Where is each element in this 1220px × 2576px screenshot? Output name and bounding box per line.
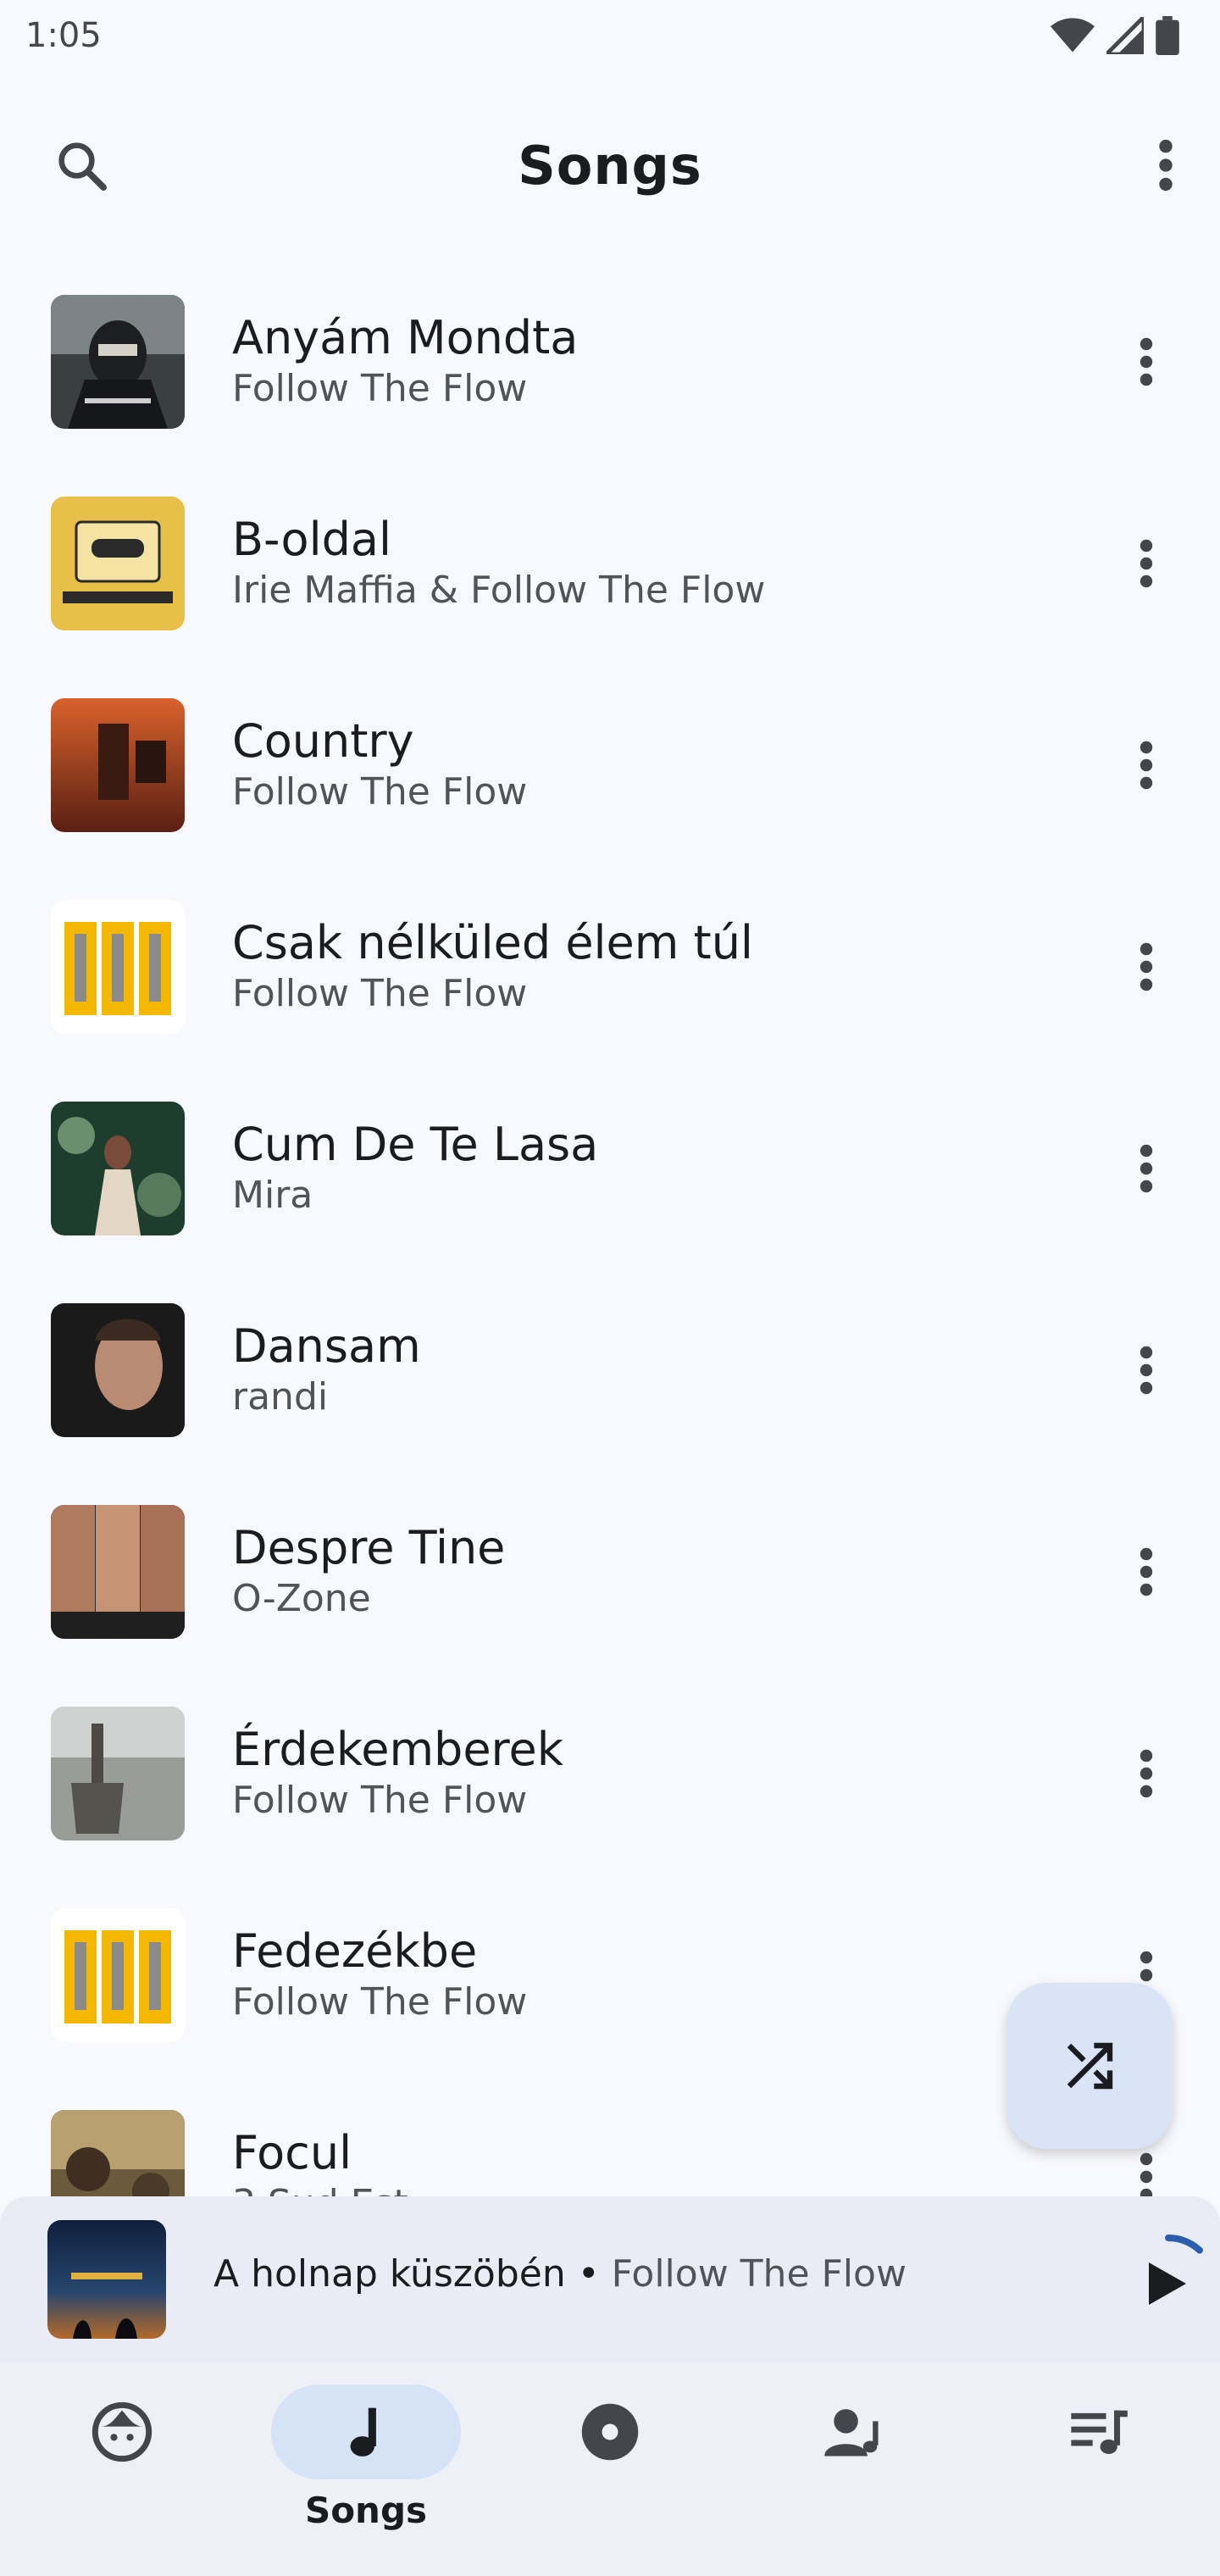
album-art xyxy=(51,497,185,630)
song-menu-button[interactable] xyxy=(1108,525,1184,602)
more-vert-icon xyxy=(1140,1749,1153,1798)
song-title: Dansam xyxy=(232,1319,421,1373)
album-art xyxy=(51,698,185,832)
shuffle-icon xyxy=(1067,2042,1113,2090)
song-menu-button[interactable] xyxy=(1108,1735,1184,1812)
song-title: Fedezékbe xyxy=(232,1924,478,1978)
artist-icon xyxy=(824,2409,879,2457)
song-artist: O-Zone xyxy=(232,1577,371,1620)
song-title: Anyám Mondta xyxy=(232,311,579,364)
more-vert-icon xyxy=(1140,539,1153,588)
status-time: 1:05 xyxy=(25,16,102,55)
signal-icon xyxy=(1106,17,1144,54)
song-title: B-oldal xyxy=(232,513,391,566)
album-art xyxy=(51,1707,185,1840)
song-title: Focul xyxy=(232,2126,352,2179)
nav-item-albums[interactable] xyxy=(508,2384,712,2554)
wifi-icon xyxy=(1051,18,1095,53)
song-artist: Irie Maffia & Follow The Flow xyxy=(232,569,766,612)
shuffle-button[interactable] xyxy=(1006,1983,1173,2149)
album-art xyxy=(51,1102,185,1235)
battery-icon xyxy=(1156,16,1179,55)
nav-item-for-you[interactable] xyxy=(20,2384,224,2554)
song-artist: randi xyxy=(232,1375,329,1418)
song-title: Érdekemberek xyxy=(232,1723,564,1776)
song-row[interactable]: Csak nélküled élem túl Follow The Flow xyxy=(0,866,1220,1068)
song-row[interactable]: Anyám Mondta Follow The Flow xyxy=(0,261,1220,463)
song-row[interactable]: Érdekemberek Follow The Flow xyxy=(0,1673,1220,1874)
song-artist: Follow The Flow xyxy=(232,770,528,813)
song-menu-button[interactable] xyxy=(1108,929,1184,1005)
nav-label-songs: Songs xyxy=(304,2490,428,2531)
song-artist: Mira xyxy=(232,1174,313,1217)
song-menu-button[interactable] xyxy=(1108,1332,1184,1408)
album-art xyxy=(51,1505,185,1639)
more-vert-icon xyxy=(1140,741,1153,790)
song-artist: 3 Sud Est xyxy=(232,2180,408,2196)
song-title: Country xyxy=(232,714,414,768)
bottom-navigation: Songs xyxy=(0,2362,1220,2576)
song-artist: Follow The Flow xyxy=(232,1779,528,1822)
overflow-menu-button[interactable] xyxy=(1123,123,1208,208)
play-icon xyxy=(1149,2262,1186,2305)
song-artist: Follow The Flow xyxy=(232,367,528,410)
mini-player[interactable]: A holnap küszöbén • Follow The Flow xyxy=(0,2196,1220,2362)
now-playing-title: A holnap küszöbén xyxy=(214,2252,566,2296)
album-art xyxy=(51,1908,185,2042)
more-vert-icon xyxy=(1140,2152,1153,2196)
song-row[interactable]: Country Follow The Flow xyxy=(0,664,1220,866)
album-art xyxy=(51,295,185,429)
progress-ring xyxy=(1165,2235,1203,2254)
now-playing-album-art xyxy=(47,2220,166,2339)
more-vert-icon xyxy=(1140,337,1153,386)
now-playing-artist: Follow The Flow xyxy=(611,2252,907,2296)
nav-item-playlists[interactable] xyxy=(996,2384,1200,2554)
album-icon xyxy=(581,2403,639,2461)
nav-item-artists[interactable] xyxy=(752,2384,956,2554)
search-icon xyxy=(58,142,107,191)
more-vert-icon xyxy=(1140,1346,1153,1395)
more-vert-icon xyxy=(1140,1144,1153,1193)
status-bar: 1:05 xyxy=(0,0,1220,71)
song-artist: Follow The Flow xyxy=(232,1980,528,2024)
song-menu-button[interactable] xyxy=(1108,1130,1184,1207)
now-playing-separator: • xyxy=(565,2252,612,2296)
nav-item-songs[interactable]: Songs xyxy=(264,2384,468,2554)
album-art xyxy=(51,2110,185,2196)
song-row[interactable]: Despre Tine O-Zone xyxy=(0,1471,1220,1673)
search-button[interactable] xyxy=(39,123,124,208)
album-art xyxy=(51,1303,185,1437)
song-row[interactable]: Cum De Te Lasa Mira xyxy=(0,1068,1220,1269)
top-app-bar: Songs xyxy=(0,93,1220,237)
song-title: Despre Tine xyxy=(232,1521,506,1574)
more-vert-icon xyxy=(1140,942,1153,991)
status-icons xyxy=(1051,16,1179,55)
song-menu-button[interactable] xyxy=(1108,727,1184,803)
more-vert-icon xyxy=(1140,1547,1153,1596)
play-button[interactable] xyxy=(1113,2229,1220,2339)
more-vert-icon xyxy=(1159,139,1173,192)
for-you-icon xyxy=(92,2401,152,2462)
song-title: Cum De Te Lasa xyxy=(232,1118,599,1171)
song-menu-button[interactable] xyxy=(1108,1534,1184,1610)
song-row[interactable]: B-oldal Irie Maffia & Follow The Flow xyxy=(0,463,1220,664)
now-playing-text: A holnap küszöbén • Follow The Flow xyxy=(214,2252,907,2296)
music-note-icon xyxy=(350,2407,376,2457)
album-art xyxy=(51,900,185,1034)
page-title: Songs xyxy=(518,134,702,197)
song-row[interactable]: Dansam randi xyxy=(0,1269,1220,1471)
song-list[interactable]: Anyám Mondta Follow The Flow B-oldal Iri… xyxy=(0,261,1220,2196)
song-title: Csak nélküled élem túl xyxy=(232,916,753,969)
playlist-icon xyxy=(1071,2410,1128,2454)
song-artist: Follow The Flow xyxy=(232,972,528,1015)
song-menu-button[interactable] xyxy=(1108,324,1184,400)
